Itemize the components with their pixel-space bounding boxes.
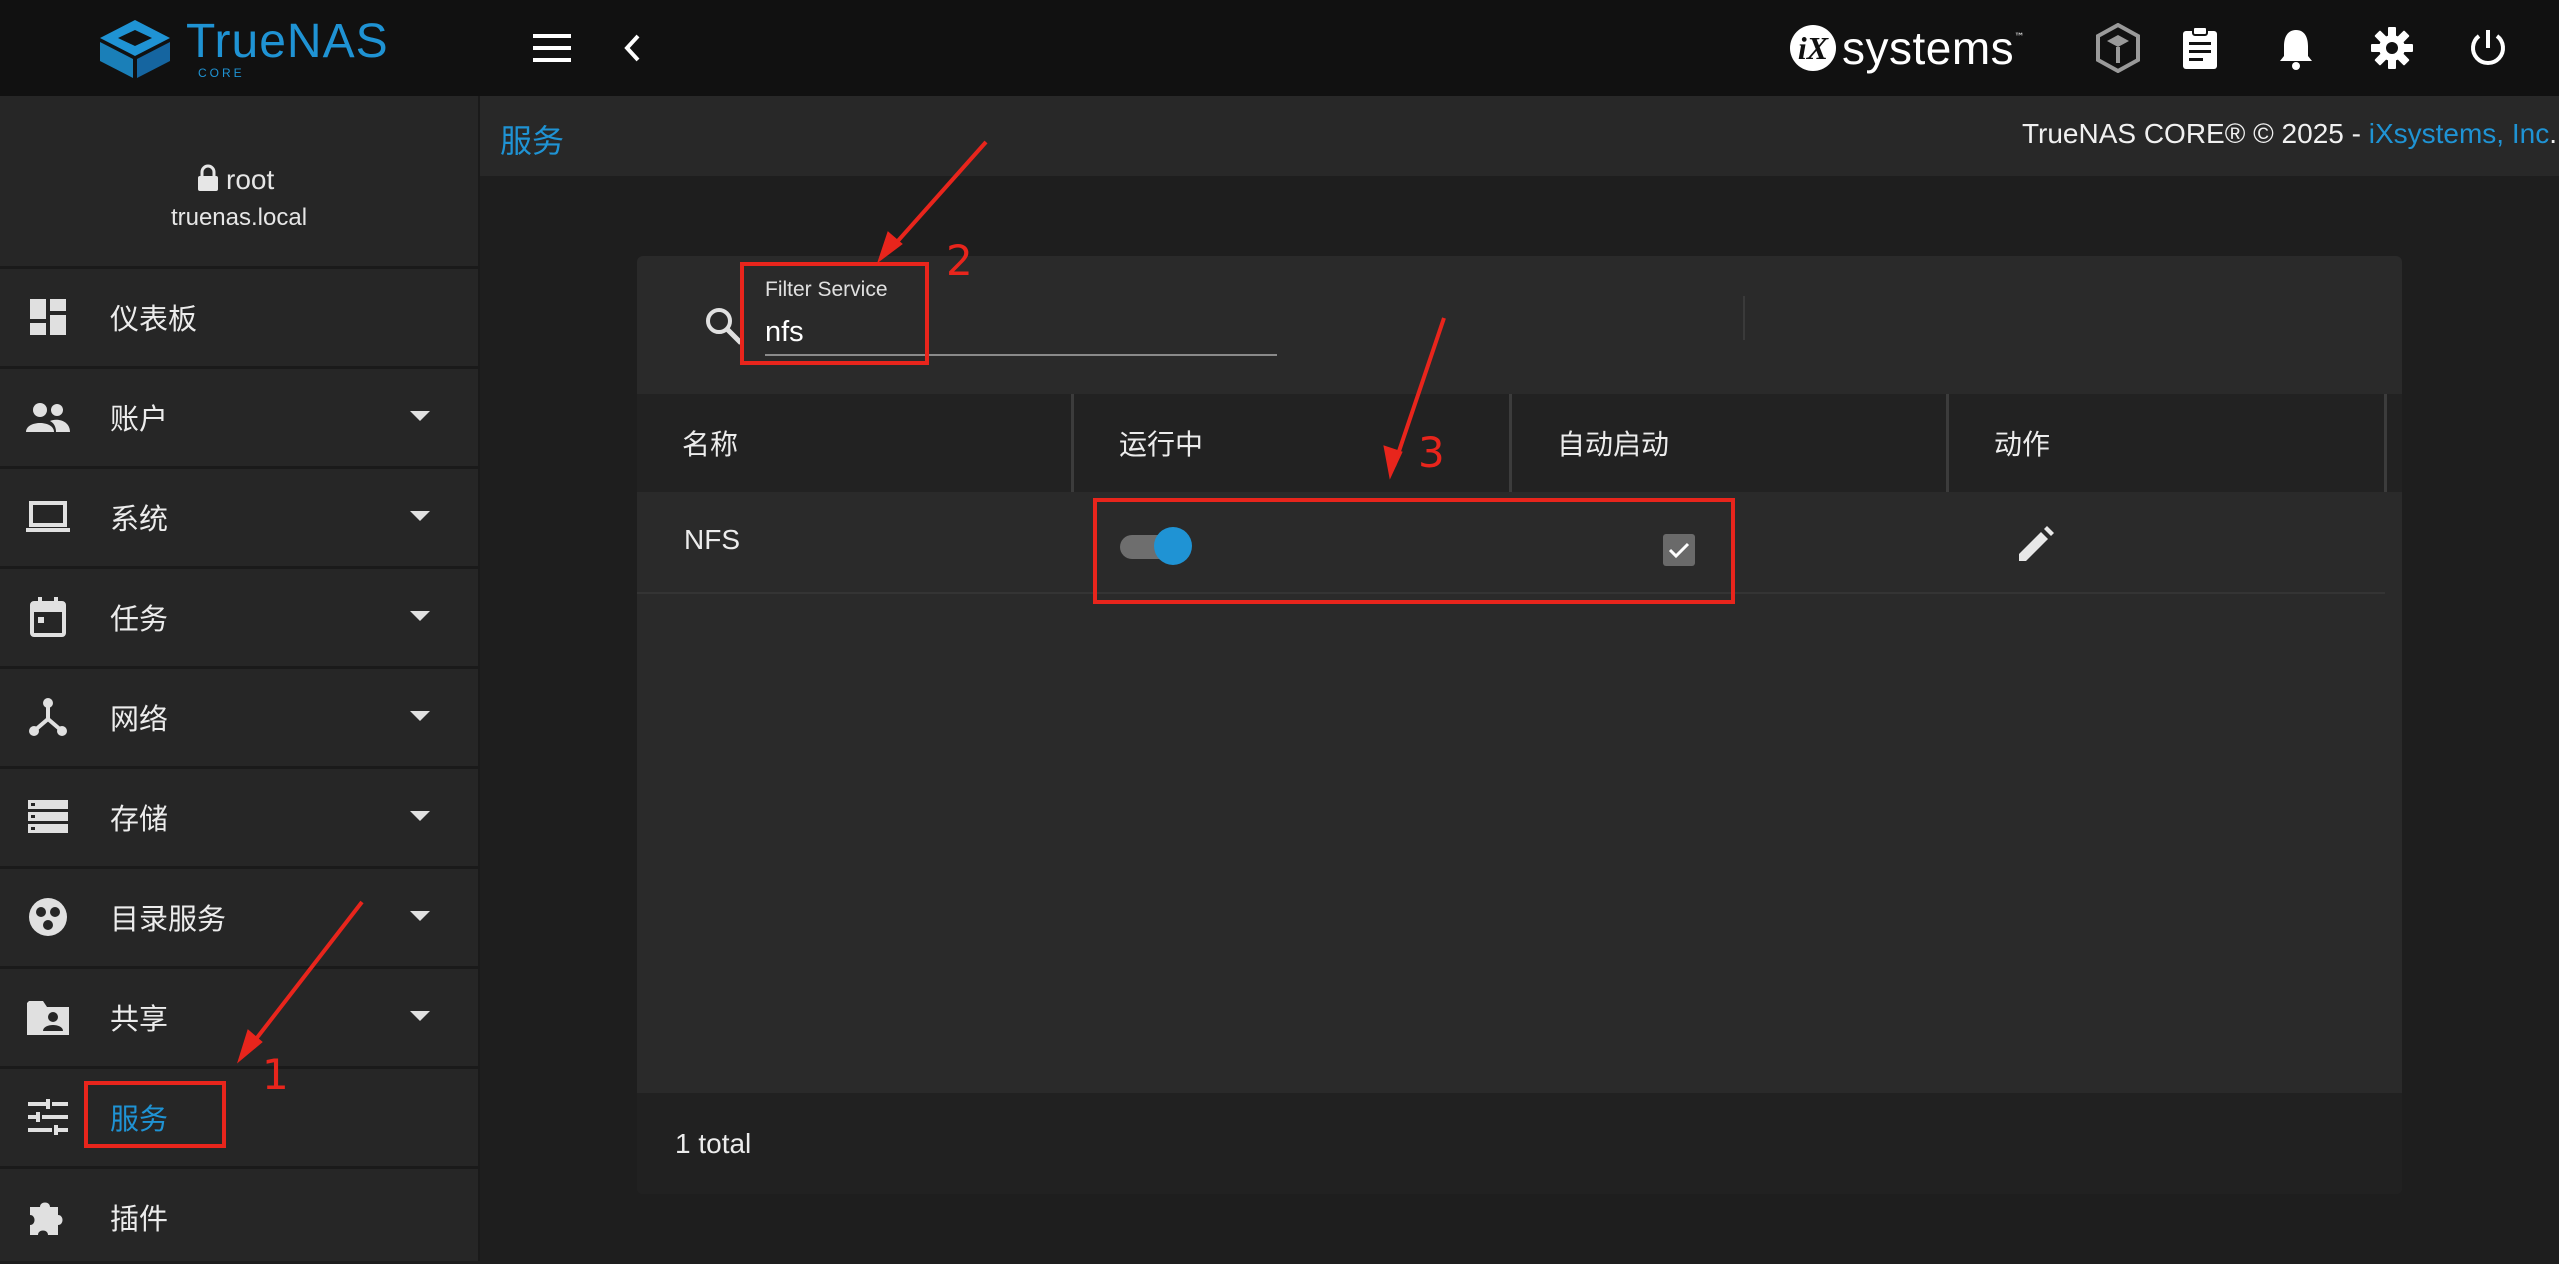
sidebar-item-network[interactable]: 网络	[0, 666, 478, 764]
shared-folder-icon	[26, 995, 70, 1039]
dashboard-icon	[26, 295, 70, 339]
ix-text: systems	[1842, 22, 2015, 74]
ixsystems-link[interactable]: iXsystems, Inc	[2369, 118, 2549, 149]
toggle-thumb	[1154, 527, 1192, 565]
sidebar-item-system[interactable]: 系统	[0, 466, 478, 564]
chevron-down-icon	[410, 911, 430, 921]
sidebar-item-tasks[interactable]: 任务	[0, 566, 478, 664]
column-divider	[1946, 394, 1949, 492]
sidebar-item-dashboard[interactable]: 仪表板	[0, 266, 478, 364]
total-count: 1 total	[675, 1128, 752, 1159]
sidebar-item-services[interactable]: 服务	[0, 1066, 478, 1164]
chevron-down-icon	[410, 811, 430, 821]
truecommand-icon[interactable]	[2092, 22, 2144, 74]
user-name: root	[226, 164, 275, 195]
sidebar-item-label: 服务	[110, 1101, 169, 1136]
column-divider	[2384, 394, 2387, 492]
chevron-down-icon	[410, 411, 430, 421]
ixsystems-logo: iX systems ™	[1790, 18, 2024, 78]
column-header-name[interactable]: 名称	[682, 394, 738, 492]
table-header	[637, 394, 2402, 492]
table-row	[637, 494, 2385, 594]
copyright-text: TrueNAS CORE® © 2025 -	[2021, 118, 2369, 149]
chevron-down-icon	[410, 1011, 430, 1021]
storage-icon	[26, 795, 70, 839]
sidebar-item-label: 仪表板	[110, 301, 198, 336]
puzzle-icon	[26, 1195, 70, 1239]
sidebar-item-label: 任务	[110, 601, 169, 636]
directory-icon	[26, 895, 70, 939]
logo-text: TrueNAS	[186, 15, 389, 68]
chevron-down-icon	[410, 711, 430, 721]
sidebar-item-label: 系统	[110, 501, 169, 536]
sidebar-item-accounts[interactable]: 账户	[0, 366, 478, 464]
network-icon	[26, 695, 70, 739]
clipboard-icon[interactable]	[2174, 22, 2226, 74]
ix-badge: iX	[1790, 25, 1836, 71]
sidebar-item-storage[interactable]: 存储	[0, 766, 478, 864]
truenas-logo-icon	[98, 18, 172, 80]
host-name: truenas.local	[170, 204, 308, 231]
column-header-running[interactable]: 运行中	[1119, 394, 1203, 492]
search-icon	[704, 306, 744, 350]
running-toggle[interactable]	[1120, 527, 1192, 565]
sidebar-item-label: 账户	[110, 401, 169, 436]
laptop-icon	[26, 495, 70, 539]
sidebar-item-label: 存储	[110, 801, 169, 836]
annotation-step-2: 2	[946, 236, 973, 285]
sidebar-item-label: 插件	[110, 1201, 169, 1236]
page-title: 服务	[500, 122, 565, 160]
sidebar-item-label: 目录服务	[110, 901, 227, 936]
chevron-down-icon	[410, 611, 430, 621]
settings-icon[interactable]	[2366, 22, 2418, 74]
sidebar-item-label: 共享	[110, 1001, 169, 1036]
back-icon[interactable]	[606, 22, 658, 74]
power-icon[interactable]	[2462, 22, 2514, 74]
bell-icon[interactable]	[2270, 22, 2322, 74]
autostart-checkbox[interactable]	[1663, 534, 1695, 566]
lock-icon	[197, 164, 219, 196]
logo-subtext: CORE	[198, 66, 245, 80]
chevron-down-icon	[410, 511, 430, 521]
toolbar-divider	[1743, 296, 1745, 340]
sidebar-item-shares[interactable]: 共享	[0, 966, 478, 1064]
tune-icon	[26, 1095, 70, 1139]
table-footer	[637, 1093, 2402, 1194]
column-header-autostart[interactable]: 自动启动	[1557, 394, 1669, 492]
check-icon	[1668, 542, 1690, 559]
column-divider	[1509, 394, 1512, 492]
annotation-step-1: 1	[262, 1050, 289, 1099]
sidebar-item-directory-services[interactable]: 目录服务	[0, 866, 478, 964]
column-header-actions[interactable]: 动作	[1994, 394, 2050, 492]
filter-label: Filter Service	[765, 278, 888, 301]
people-icon	[26, 395, 70, 439]
sidebar-item-plugins[interactable]: 插件	[0, 1166, 478, 1264]
menu-icon[interactable]	[526, 22, 578, 74]
ix-trademark: ™	[2014, 32, 2025, 43]
copyright: TrueNAS CORE® © 2025 - iXsystems, Inc.	[2022, 118, 2557, 150]
annotation-step-3: 3	[1418, 428, 1445, 477]
column-divider	[1071, 394, 1074, 492]
edit-icon[interactable]	[2012, 520, 2060, 568]
copyright-end: .	[2549, 118, 2557, 149]
filter-service-input[interactable]	[765, 310, 1277, 356]
service-name-cell: NFS	[684, 524, 740, 555]
calendar-icon	[26, 595, 70, 639]
sidebar-item-label: 网络	[110, 701, 169, 736]
